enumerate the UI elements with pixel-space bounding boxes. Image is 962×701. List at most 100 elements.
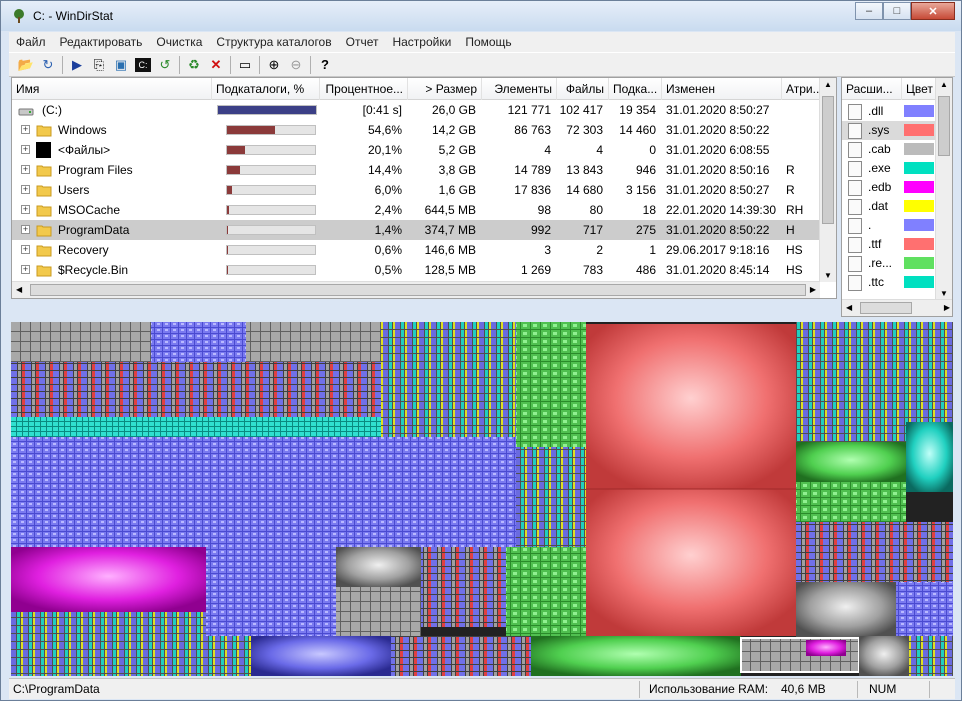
ext-row[interactable]: .dll [842,102,937,121]
scroll-down-icon[interactable]: ▼ [940,289,948,298]
zoom-out-icon[interactable]: ⊖ [285,55,307,75]
menu-item[interactable]: Помощь [458,35,518,49]
refresh-icon[interactable]: ↻ [37,55,59,75]
pane-splitter[interactable] [9,317,955,321]
zoom-in-icon[interactable]: ⊕ [263,55,285,75]
ext-column-header[interactable]: Расши... [842,78,902,100]
tree-row[interactable]: + Program Files 14,4% 3,8 GB 14 789 13 843 946… [12,160,820,180]
cmd-icon[interactable]: C: [135,57,151,72]
tree-row[interactable]: (C:) [0:41 s] 26,0 GB 121 771 102 417 19 354 3… [12,100,820,120]
scroll-down-icon[interactable]: ▼ [824,271,832,280]
ext-color-swatch [904,124,934,136]
close-button[interactable]: ✕ [911,2,955,20]
scroll-thumb[interactable] [860,302,912,314]
expand-icon[interactable]: + [21,165,30,174]
ext-row[interactable]: .ttf [842,235,937,254]
ext-row[interactable]: .ttc [842,273,937,292]
column-header[interactable]: Файлы [557,78,609,100]
folder-icon [36,185,52,197]
scroll-right-icon[interactable]: ▶ [810,285,816,294]
expand-icon[interactable]: + [21,185,30,194]
tree-row[interactable]: + <Файлы> 20,1% 5,2 GB 4 4 0 31.01.2020 6:08:55 [12,140,820,160]
items-value: 992 [530,223,551,237]
ext-row[interactable]: . [842,216,937,235]
ext-row[interactable]: .re... [842,254,937,273]
file-type-icon [848,199,862,215]
treemap-canvas[interactable] [11,322,953,676]
tree-row[interactable]: + Recovery 0,6% 146,6 MB 3 2 1 29.06.2017 9:18:… [12,240,820,260]
menu-item[interactable]: Редактировать [53,35,150,49]
column-header[interactable]: > Размер [408,78,482,100]
column-header[interactable]: Подкаталоги, % [212,78,320,100]
tree-row[interactable]: + MSOCache 2,4% 644,5 MB 98 80 18 22.01.2020 14… [12,200,820,220]
size-value: 3,8 GB [438,163,476,177]
file-type-icon [848,218,862,234]
scroll-right-icon[interactable]: ▶ [944,303,950,312]
percent-value: 54,6% [367,123,402,137]
attributes-value [786,140,822,160]
attributes-value: R [786,183,795,197]
subdirs-value: 18 [642,203,656,217]
expand-icon[interactable]: + [21,145,30,154]
ext-row[interactable]: .cab [842,140,937,159]
tree-horizontal-scrollbar[interactable]: ◀ ▶ [12,281,820,298]
expand-icon[interactable]: + [21,225,30,234]
column-header[interactable]: Изменен [662,78,782,100]
ext-horizontal-scrollbar[interactable]: ◀ ▶ [842,299,952,316]
recycle-icon[interactable]: ♻ [183,55,205,75]
scroll-left-icon[interactable]: ◀ [16,285,22,294]
play-icon[interactable]: ▶ [66,55,88,75]
status-divider [639,681,640,698]
scroll-thumb[interactable] [822,96,834,224]
column-header[interactable]: Подка... [609,78,662,100]
tree-row[interactable]: + ProgramData 1,4% 374,7 MB 992 717 275 31.01.2… [12,220,820,240]
properties-icon[interactable]: ▭ [234,55,256,75]
menu-item[interactable]: Структура каталогов [209,35,338,49]
scroll-up-icon[interactable]: ▲ [824,80,832,89]
scroll-left-icon[interactable]: ◀ [846,303,852,312]
items-value: 98 [537,203,551,217]
scroll-thumb[interactable] [30,284,806,296]
maximize-button[interactable]: □ [883,2,911,20]
ext-row[interactable]: .edb [842,178,937,197]
treemap[interactable] [11,322,953,676]
expand-icon[interactable]: + [21,245,30,254]
toolbar-separator [259,55,260,74]
tree-row[interactable]: + Windows 54,6% 14,2 GB 86 763 72 303 14 460 31… [12,120,820,140]
ext-row[interactable]: .dat [842,197,937,216]
expand-icon[interactable]: + [21,205,30,214]
menu-item[interactable]: Настройки [385,35,458,49]
ext-name: . [868,218,872,232]
refresh-selected-icon[interactable]: ↺ [154,55,176,75]
folder-icon [36,205,52,217]
ext-vertical-scrollbar[interactable]: ▲ ▼ [935,78,952,300]
menu-item[interactable]: Отчет [339,35,386,49]
column-header[interactable]: Элементы [482,78,557,100]
ext-color-swatch [904,219,934,231]
explorer-icon[interactable]: ▣ [110,55,132,75]
minimize-button[interactable]: – [855,2,883,20]
column-header[interactable]: Имя [12,78,212,100]
tree-vertical-scrollbar[interactable]: ▲ ▼ [819,78,836,282]
copy-path-icon[interactable]: ⎘ [88,55,110,75]
directory-tree: Имя Подкаталоги, % Процентное... > Размер Эл… [11,77,837,299]
delete-icon[interactable]: ✕ [205,55,227,75]
menu-item[interactable]: Файл [9,35,53,49]
scroll-thumb[interactable] [938,96,950,156]
toolbar-separator [179,55,180,74]
scroll-up-icon[interactable]: ▲ [940,80,948,89]
tree-row[interactable]: + $Recycle.Bin 0,5% 128,5 MB 1 269 783 486 31.0… [12,260,820,280]
expand-icon[interactable]: + [21,125,30,134]
menu-item[interactable]: Очистка [149,35,209,49]
item-name: MSOCache [58,203,121,217]
expand-icon[interactable]: + [21,265,30,274]
ext-row[interactable]: .sys [842,121,937,140]
size-value: 14,2 GB [431,123,476,137]
tree-row[interactable]: + Users 6,0% 1,6 GB 17 836 14 680 3 156 31.01.2… [12,180,820,200]
help-icon[interactable]: ? [314,55,336,75]
open-icon[interactable]: 📂 [15,55,37,75]
ext-row[interactable]: .exe [842,159,937,178]
column-header[interactable]: Процентное... [320,78,408,100]
treemap-tiles [11,322,953,676]
column-header[interactable]: Атри... [782,78,822,100]
